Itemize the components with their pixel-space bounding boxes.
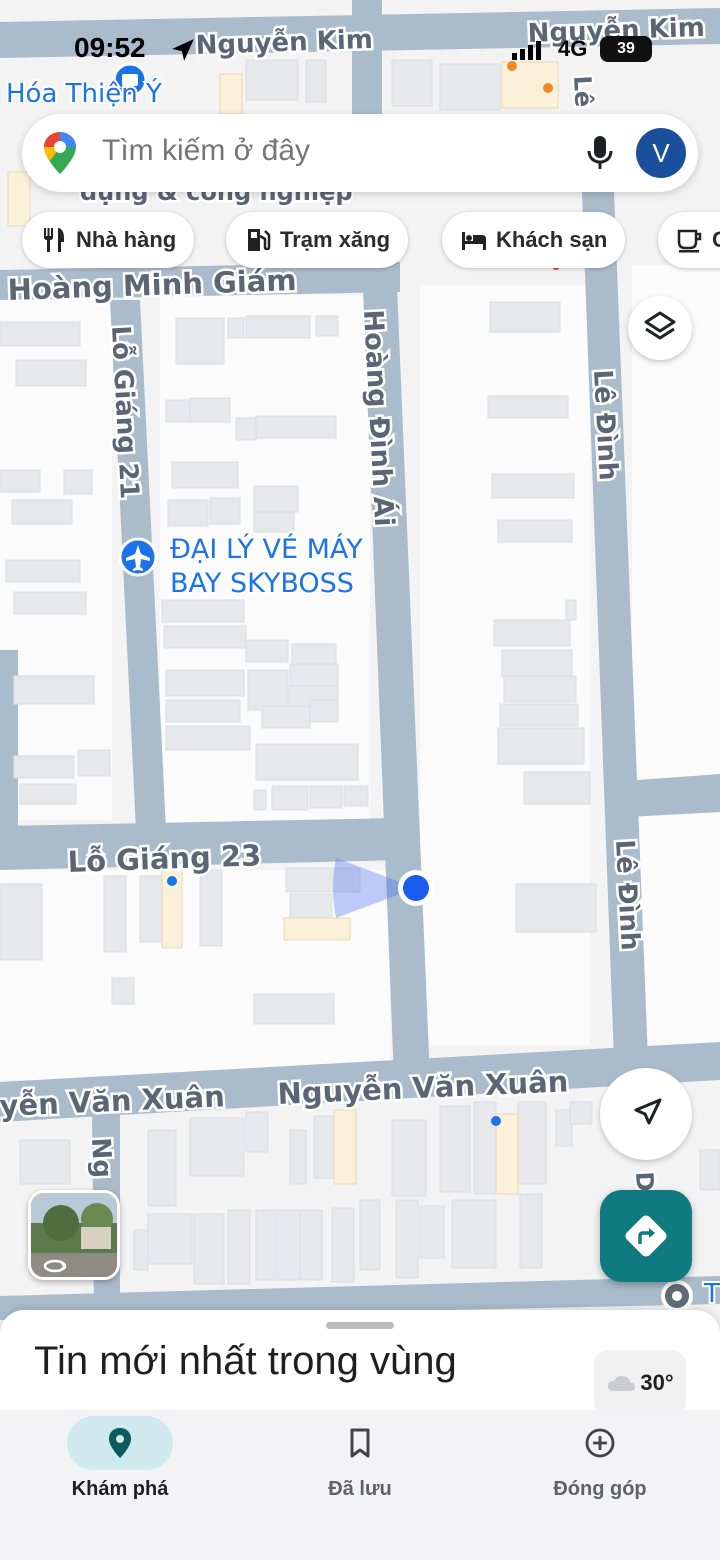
nav-item-saved[interactable]: Đã lưu xyxy=(240,1410,480,1560)
hotel-icon xyxy=(462,232,486,250)
street-view-image xyxy=(31,1193,117,1277)
chip-restaurants[interactable]: Nhà hàng xyxy=(22,212,195,268)
layers-button[interactable] xyxy=(628,296,692,360)
nav-item-contribute[interactable]: Đóng góp xyxy=(480,1410,720,1560)
layers-icon xyxy=(644,311,676,340)
coffee-icon xyxy=(677,229,702,253)
street-label-lo-giang-23: Lỗ Giáng 23 xyxy=(67,838,262,879)
chip-label: Khách sạn xyxy=(496,227,608,252)
restaurant-icon xyxy=(44,228,64,252)
poi-label-right-edge: T xyxy=(703,1279,720,1309)
directions-button[interactable] xyxy=(600,1190,692,1282)
chip-label: C xyxy=(712,227,720,252)
poi-label-skyboss-line2: BAY SKYBOSS xyxy=(170,568,354,599)
nav-label: Khám phá xyxy=(71,1478,169,1500)
sheet-drag-handle[interactable] xyxy=(326,1322,394,1329)
network-type: 4G xyxy=(558,36,588,61)
cloud-icon xyxy=(608,1376,636,1391)
sheet-title: Tin mới nhất trong vùng xyxy=(34,1339,457,1383)
bookmark-icon xyxy=(350,1428,370,1458)
chip-gas-stations[interactable]: Trạm xăng xyxy=(226,212,409,268)
temperature-value: 30° xyxy=(640,1370,674,1395)
location-arrow-icon xyxy=(172,39,194,61)
my-location-button[interactable] xyxy=(600,1068,692,1160)
chip-label: Nhà hàng xyxy=(76,227,177,252)
search-bar[interactable]: V xyxy=(22,114,698,192)
street-view-thumbnail[interactable] xyxy=(28,1190,120,1280)
weather-badge[interactable]: 30° xyxy=(594,1350,686,1416)
status-bar: 09:52 4G 39 xyxy=(0,28,720,72)
bottom-navigation: Khám phá Đã lưu Đóng góp xyxy=(0,1410,720,1560)
google-maps-logo-icon xyxy=(44,132,76,174)
gas-station-icon xyxy=(248,229,271,251)
nav-item-explore[interactable]: Khám phá xyxy=(0,1410,240,1560)
search-input[interactable] xyxy=(102,134,542,168)
nav-label: Đóng góp xyxy=(553,1478,647,1500)
chip-label: Trạm xăng xyxy=(280,227,391,252)
microphone-icon[interactable] xyxy=(582,134,618,172)
signal-bars-icon xyxy=(512,41,541,60)
street-label-le-top: Lê xyxy=(568,75,598,108)
poi-label-skyboss-line1: ĐẠI LÝ VÉ MÁY xyxy=(170,533,363,565)
account-avatar[interactable]: V xyxy=(636,128,686,178)
directions-icon xyxy=(625,1215,667,1257)
street-label-le-dinh-lower: Lê Đình xyxy=(609,839,645,951)
chip-hotels[interactable]: Khách sạn xyxy=(442,212,626,268)
navigation-arrow-icon xyxy=(634,1098,662,1125)
battery-indicator: 39 xyxy=(600,36,652,62)
chip-coffee[interactable]: C xyxy=(658,212,720,268)
street-label-nguyen-vertical: Ng xyxy=(85,1137,117,1179)
nav-label: Đã lưu xyxy=(328,1478,392,1500)
add-circle-icon xyxy=(585,1428,615,1458)
bottom-sheet[interactable]: Tin mới nhất trong vùng 30° xyxy=(0,1310,720,1420)
street-label-le-dinh: Lê Đình xyxy=(587,369,623,481)
poi-label-hoa-thien-y: Hóa Thiện Ý xyxy=(6,77,162,109)
status-time: 09:52 xyxy=(74,32,146,63)
explore-pin-icon xyxy=(109,1428,131,1458)
street-label-bottom-partial: D xyxy=(630,1171,659,1192)
